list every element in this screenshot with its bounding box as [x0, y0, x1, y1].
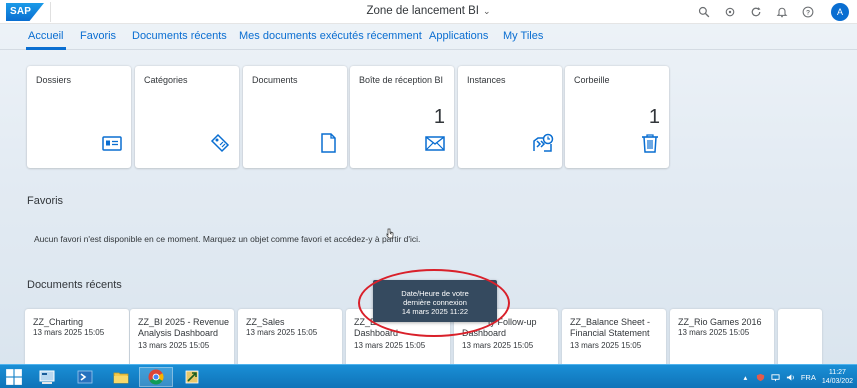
doc-date: 13 mars 2025 15:05: [33, 328, 105, 337]
favorites-empty-message: Aucun favori n'est disponible en ce mome…: [34, 234, 421, 244]
server-manager-icon[interactable]: [30, 367, 64, 387]
tab-my-tiles[interactable]: My Tiles: [503, 30, 543, 42]
windows-start-icon[interactable]: [2, 367, 26, 387]
tile-count: 1: [433, 106, 445, 128]
user-avatar[interactable]: A: [831, 3, 849, 21]
tile-title: Documents: [252, 75, 298, 85]
document-icon: [317, 132, 339, 154]
tile-instances[interactable]: Instances: [458, 66, 562, 168]
system-clock[interactable]: 11:27 14/03/202: [822, 368, 853, 386]
mouse-cursor-icon: [386, 226, 394, 239]
language-indicator[interactable]: FRA: [801, 373, 816, 382]
envelope-icon: [424, 132, 446, 154]
tab-mes-documents-executes[interactable]: Mes documents exécutés récemment: [239, 30, 422, 42]
doc-date: 13 mars 2025 15:05: [462, 341, 534, 350]
settings-icon[interactable]: [723, 5, 737, 19]
tag-icon: [209, 132, 231, 154]
tile-title: Boîte de réception BI: [359, 75, 444, 85]
remote-app-icon[interactable]: [175, 367, 209, 387]
trash-icon: [639, 132, 661, 154]
recent-docs-section-title: Documents récents: [27, 279, 122, 291]
tile-boite-de-reception[interactable]: Boîte de réception BI 1: [350, 66, 454, 168]
powershell-icon[interactable]: [68, 367, 102, 387]
tab-documents-recents[interactable]: Documents récents: [132, 30, 227, 42]
tile-documents[interactable]: Documents: [243, 66, 347, 168]
folder-card-icon: [101, 132, 123, 154]
svg-text:?: ?: [806, 10, 810, 17]
doc-date: 13 mars 2025 15:05: [246, 328, 318, 337]
shell-actions: ? A: [697, 2, 849, 22]
tile-title: Dossiers: [36, 75, 72, 85]
chevron-down-icon: ⌄: [482, 6, 491, 16]
help-icon[interactable]: ?: [801, 5, 815, 19]
doc-date: 13 mars 2025 15:05: [570, 341, 642, 350]
tile-title: Catégories: [144, 75, 188, 85]
active-tab-indicator: [26, 47, 66, 50]
tile-count: 1: [648, 106, 660, 128]
instances-icon: [532, 132, 554, 154]
doc-title: ZZ_Rio Games 2016: [678, 317, 762, 327]
security-icon[interactable]: [756, 373, 765, 382]
search-icon[interactable]: [697, 5, 711, 19]
shell-bar: SAP Zone de lancement BI ⌄ ? A: [0, 0, 857, 24]
doc-date: 13 mars 2025 15:05: [678, 328, 750, 337]
chevron-up-icon[interactable]: ▴: [741, 373, 750, 382]
doc-title: ZZ_Charting: [33, 317, 84, 327]
doc-title: ZZ_Sales: [246, 317, 285, 327]
tile-title: Instances: [467, 75, 506, 85]
favorites-section-title: Favoris: [27, 195, 64, 207]
doc-title: ZZ_BI 2025 - Revenue Analysis Dashboard: [138, 317, 230, 338]
windows-taskbar: ▴ FRA 11:27 14/03/202: [0, 364, 857, 388]
refresh-icon[interactable]: [749, 5, 763, 19]
doc-date: 13 mars 2025 15:05: [138, 341, 210, 350]
system-tray: ▴ FRA 11:27 14/03/202: [741, 365, 853, 388]
notification-bell-icon[interactable]: [775, 5, 789, 19]
file-explorer-icon[interactable]: [104, 367, 138, 387]
tab-bar: Accueil Favoris Documents récents Mes do…: [0, 24, 857, 50]
highlight-annotation: [358, 269, 510, 337]
tab-favoris[interactable]: Favoris: [80, 30, 116, 42]
network-icon[interactable]: [771, 373, 780, 382]
clock-time: 11:27: [828, 369, 846, 376]
doc-date: 13 mars 2025 15:05: [354, 341, 426, 350]
doc-title: ZZ_Balance Sheet - Financial Statement: [570, 317, 651, 338]
chrome-icon[interactable]: [139, 367, 173, 387]
tile-title: Corbeille: [574, 75, 610, 85]
clock-date: 14/03/202: [821, 378, 853, 385]
tile-corbeille[interactable]: Corbeille 1: [565, 66, 669, 168]
tile-dossiers[interactable]: Dossiers: [27, 66, 131, 168]
tab-applications[interactable]: Applications: [429, 30, 488, 42]
tab-accueil[interactable]: Accueil: [28, 30, 63, 42]
shell-title-text: Zone de lancement BI: [366, 5, 479, 17]
tile-categories[interactable]: Catégories: [135, 66, 239, 168]
volume-icon[interactable]: [786, 373, 795, 382]
